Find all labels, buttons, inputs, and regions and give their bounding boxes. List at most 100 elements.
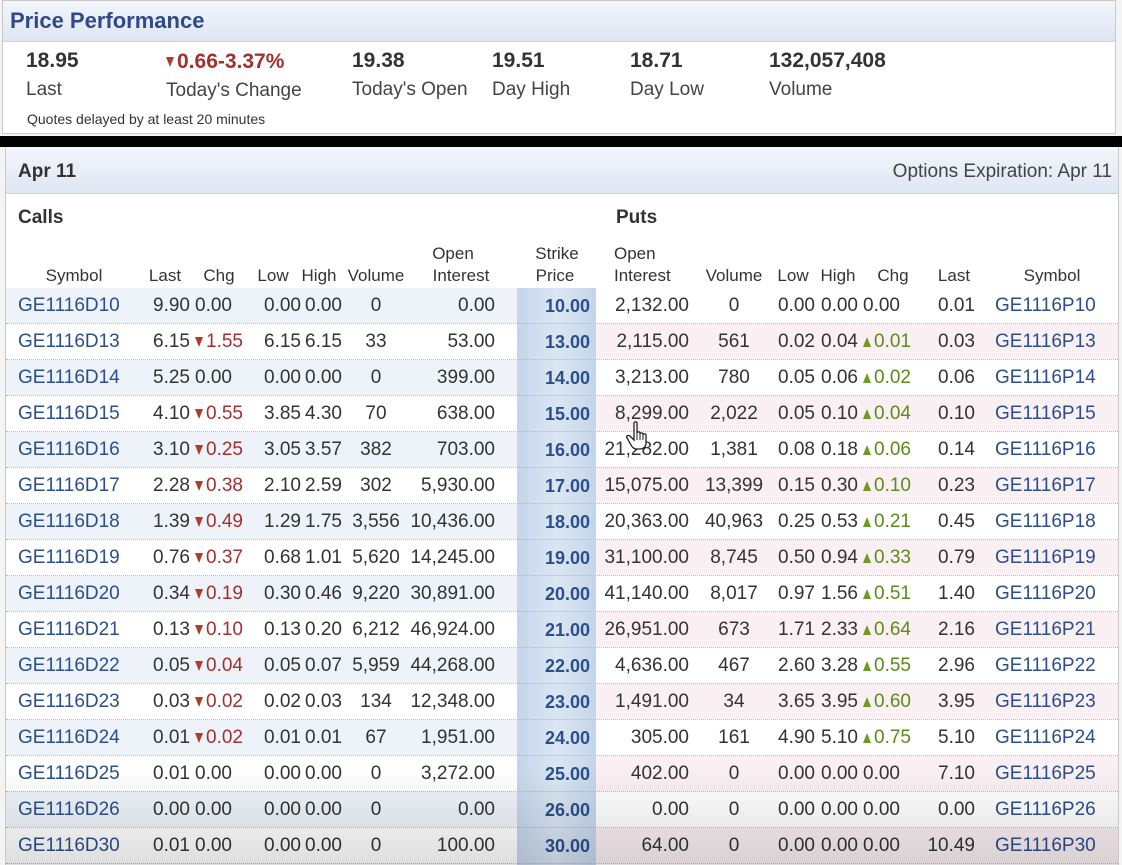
call-volume: 6,212 — [352, 619, 400, 640]
col-call-high[interactable]: High — [302, 265, 337, 287]
arrow-up-icon — [863, 733, 871, 743]
call-symbol[interactable]: GE1116D20 — [18, 582, 120, 606]
col-put-symbol[interactable]: Symbol — [1024, 265, 1081, 287]
call-chg-text: 0.10 — [206, 619, 243, 640]
put-high: 0.18 — [821, 439, 858, 460]
call-low: 0.01 — [264, 727, 301, 748]
put-volume: 0 — [728, 763, 740, 784]
call-high: 0.46 — [305, 583, 342, 604]
strike-price: 10.00 — [544, 296, 590, 316]
col-put-oi-top[interactable]: Open — [614, 243, 656, 265]
option-row: GE1116D18 1.39 0.49 1.29 1.75 3,556 10,436.00 1… — [6, 504, 1118, 540]
put-symbol[interactable]: GE1116P30 — [995, 834, 1096, 858]
price-performance-title: Price Performance — [10, 8, 205, 33]
put-chg: 0.55 — [863, 654, 911, 678]
call-symbol[interactable]: GE1116D22 — [18, 654, 120, 678]
option-row: GE1116D26 0.00 0.00 0.00 0.00 0 0.00 26.00 0.00 0… — [6, 792, 1118, 828]
put-symbol[interactable]: GE1116P13 — [995, 330, 1096, 354]
call-symbol[interactable]: GE1116D25 — [18, 762, 120, 786]
put-symbol[interactable]: GE1116P22 — [995, 654, 1096, 678]
call-chg-text: 0.55 — [206, 403, 243, 424]
call-symbol[interactable]: GE1116D13 — [18, 330, 120, 354]
put-symbol[interactable]: GE1116P21 — [995, 618, 1096, 642]
put-symbol[interactable]: GE1116P10 — [995, 294, 1096, 318]
put-symbol[interactable]: GE1116P26 — [995, 798, 1096, 822]
put-chg: 0.75 — [863, 726, 911, 750]
put-symbol[interactable]: GE1116P24 — [995, 726, 1096, 750]
call-high: 0.03 — [305, 691, 342, 712]
call-chg-text: 0.02 — [206, 727, 243, 748]
hand-pointer-icon — [626, 421, 647, 450]
stat-change-text: 0.66-3.37% — [177, 50, 285, 73]
col-call-oi-bottom[interactable]: Interest — [433, 265, 490, 287]
arrow-down-icon — [195, 445, 203, 455]
put-chg: 0.00 — [863, 799, 900, 820]
col-put-high[interactable]: High — [821, 265, 856, 287]
call-symbol[interactable]: GE1116D16 — [18, 438, 120, 462]
call-symbol[interactable]: GE1116D24 — [18, 726, 120, 750]
put-last: 3.95 — [938, 691, 975, 712]
call-open-interest: 53.00 — [447, 331, 495, 352]
col-call-last[interactable]: Last — [149, 265, 181, 287]
col-strike-bottom[interactable]: Price — [536, 265, 575, 287]
put-symbol[interactable]: GE1116P25 — [995, 762, 1096, 786]
arrow-up-icon — [863, 697, 871, 707]
call-last: 0.03 — [153, 691, 190, 712]
col-strike-top[interactable]: Strike — [535, 243, 578, 265]
col-call-chg[interactable]: Chg — [203, 265, 234, 287]
col-put-low[interactable]: Low — [777, 265, 808, 287]
put-last: 0.79 — [938, 547, 975, 568]
call-symbol[interactable]: GE1116D21 — [18, 618, 120, 642]
put-low: 0.00 — [778, 295, 815, 316]
col-call-volume[interactable]: Volume — [348, 265, 405, 287]
col-call-low[interactable]: Low — [257, 265, 288, 287]
put-low: 0.08 — [778, 439, 815, 460]
put-symbol[interactable]: GE1116P19 — [995, 546, 1096, 570]
call-volume: 70 — [365, 403, 387, 424]
put-symbol[interactable]: GE1116P17 — [995, 474, 1096, 498]
col-put-last[interactable]: Last — [938, 265, 970, 287]
call-last: 0.00 — [153, 799, 190, 820]
put-symbol[interactable]: GE1116P20 — [995, 582, 1096, 606]
put-chg-text: 0.75 — [874, 727, 911, 748]
put-symbol[interactable]: GE1116P23 — [995, 690, 1096, 714]
call-volume: 67 — [365, 727, 387, 748]
call-symbol[interactable]: GE1116D23 — [18, 690, 120, 714]
put-volume: 8,745 — [710, 547, 758, 568]
call-symbol[interactable]: GE1116D10 — [18, 294, 120, 318]
put-high: 0.04 — [821, 331, 858, 352]
put-symbol[interactable]: GE1116P18 — [995, 510, 1096, 534]
put-open-interest: 1,491.00 — [615, 691, 689, 712]
col-put-oi-bottom[interactable]: Interest — [614, 265, 671, 287]
put-low: 0.02 — [778, 331, 815, 352]
call-volume: 9,220 — [352, 583, 400, 604]
put-volume: 34 — [723, 691, 745, 712]
strike-price: 16.00 — [544, 440, 590, 460]
call-symbol[interactable]: GE1116D19 — [18, 546, 120, 570]
put-volume: 0 — [728, 295, 740, 316]
call-symbol[interactable]: GE1116D15 — [18, 402, 120, 426]
call-symbol[interactable]: GE1116D18 — [18, 510, 120, 534]
call-high: 0.01 — [305, 727, 342, 748]
call-symbol[interactable]: GE1116D17 — [18, 474, 120, 498]
call-symbol[interactable]: GE1116D30 — [18, 834, 120, 858]
stat-volume: 132,057,408 Volume — [769, 49, 886, 101]
col-put-chg[interactable]: Chg — [877, 265, 908, 287]
put-high: 0.10 — [821, 403, 858, 424]
col-call-symbol[interactable]: Symbol — [46, 265, 103, 287]
call-chg: 0.02 — [195, 690, 243, 714]
call-symbol[interactable]: GE1116D14 — [18, 366, 120, 390]
call-last: 1.39 — [153, 511, 190, 532]
col-call-oi-top[interactable]: Open — [432, 243, 474, 265]
option-row: GE1116D23 0.03 0.02 0.02 0.03 134 12,348.00 23.… — [6, 684, 1118, 720]
call-symbol[interactable]: GE1116D26 — [18, 798, 120, 822]
put-symbol[interactable]: GE1116P15 — [995, 402, 1096, 426]
call-low: 2.10 — [264, 475, 301, 496]
put-last: 1.40 — [938, 583, 975, 604]
put-last: 5.10 — [938, 727, 975, 748]
put-symbol[interactable]: GE1116P16 — [995, 438, 1096, 462]
call-chg: 0.02 — [195, 726, 243, 750]
arrow-down-icon — [195, 661, 203, 671]
put-symbol[interactable]: GE1116P14 — [995, 366, 1096, 390]
col-put-volume[interactable]: Volume — [706, 265, 763, 287]
